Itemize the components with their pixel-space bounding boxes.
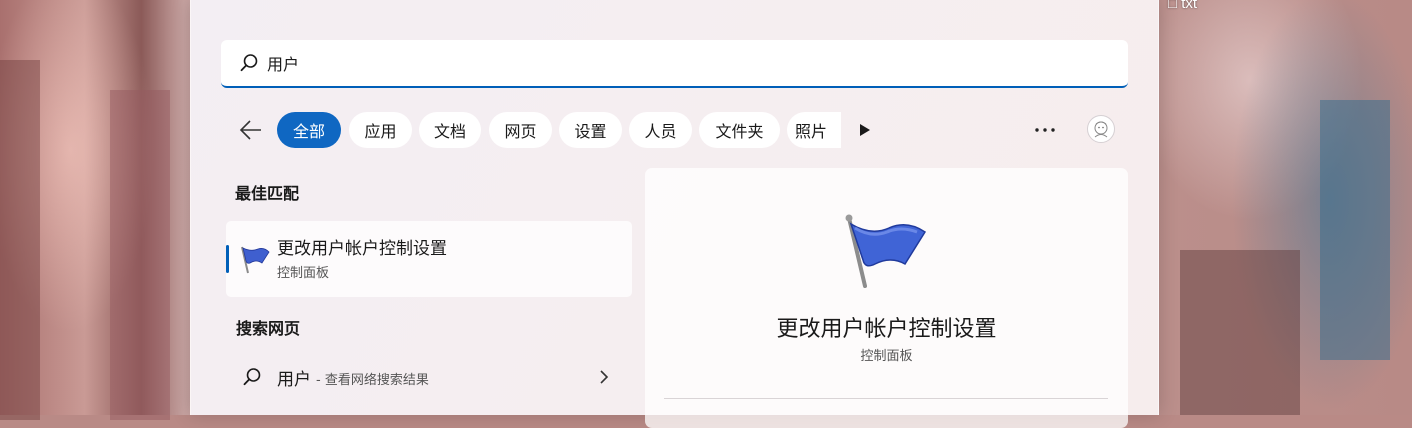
chevron-right-icon[interactable] [594,367,614,387]
flag-icon [238,243,270,275]
filter-chip-photos[interactable]: 照片 [787,112,841,148]
filter-bar: 全部 应用 文档 网页 设置 人员 文件夹 照片 [227,110,1127,150]
filter-chip-documents[interactable]: 文档 [419,112,481,148]
start-search-panel: 全部 应用 文档 网页 设置 人员 文件夹 照片 最佳匹配 更改用户帐户控制设置… [190,0,1159,428]
wallpaper-shape [110,90,170,420]
filter-chip-web[interactable]: 网页 [489,112,552,148]
search-box[interactable] [221,40,1128,88]
desktop-file-name: txt [1181,0,1198,12]
divider [664,398,1108,399]
filter-chip-people[interactable]: 人员 [629,112,692,148]
avatar-icon[interactable] [1087,115,1115,143]
wallpaper-shape [1320,100,1390,360]
best-match-heading: 最佳匹配 [235,184,300,203]
desktop-file-label[interactable]: □ txt [1168,0,1197,12]
filter-chip-apps[interactable]: 应用 [349,112,412,148]
play-icon[interactable] [853,118,877,142]
result-title: 更改用户帐户控制设置 [277,239,447,259]
more-icon[interactable] [1031,118,1059,142]
selection-indicator [226,245,229,273]
search-icon [242,367,262,387]
web-query: 用户 [277,370,311,390]
filter-chip-folders[interactable]: 文件夹 [699,112,780,148]
flag-icon [841,212,929,290]
back-arrow-icon[interactable] [237,116,265,144]
search-icon [239,53,259,73]
filter-chip-settings[interactable]: 设置 [559,112,622,148]
result-category: 控制面板 [277,266,330,281]
detail-pane: 更改用户帐户控制设置 控制面板 [645,168,1128,428]
detail-subtitle: 控制面板 [860,349,913,364]
filter-chip-all[interactable]: 全部 [277,112,341,148]
wallpaper-shape [1180,250,1300,415]
web-search-result[interactable]: 用户 - 查看网络搜索结果 [226,355,632,399]
wallpaper-shape [0,60,40,420]
search-input[interactable] [267,53,1067,73]
web-search-heading: 搜索网页 [236,319,301,338]
best-match-result[interactable]: 更改用户帐户控制设置 控制面板 [226,221,632,297]
detail-title: 更改用户帐户控制设置 [776,317,997,342]
web-hint: - 查看网络搜索结果 [316,373,429,388]
